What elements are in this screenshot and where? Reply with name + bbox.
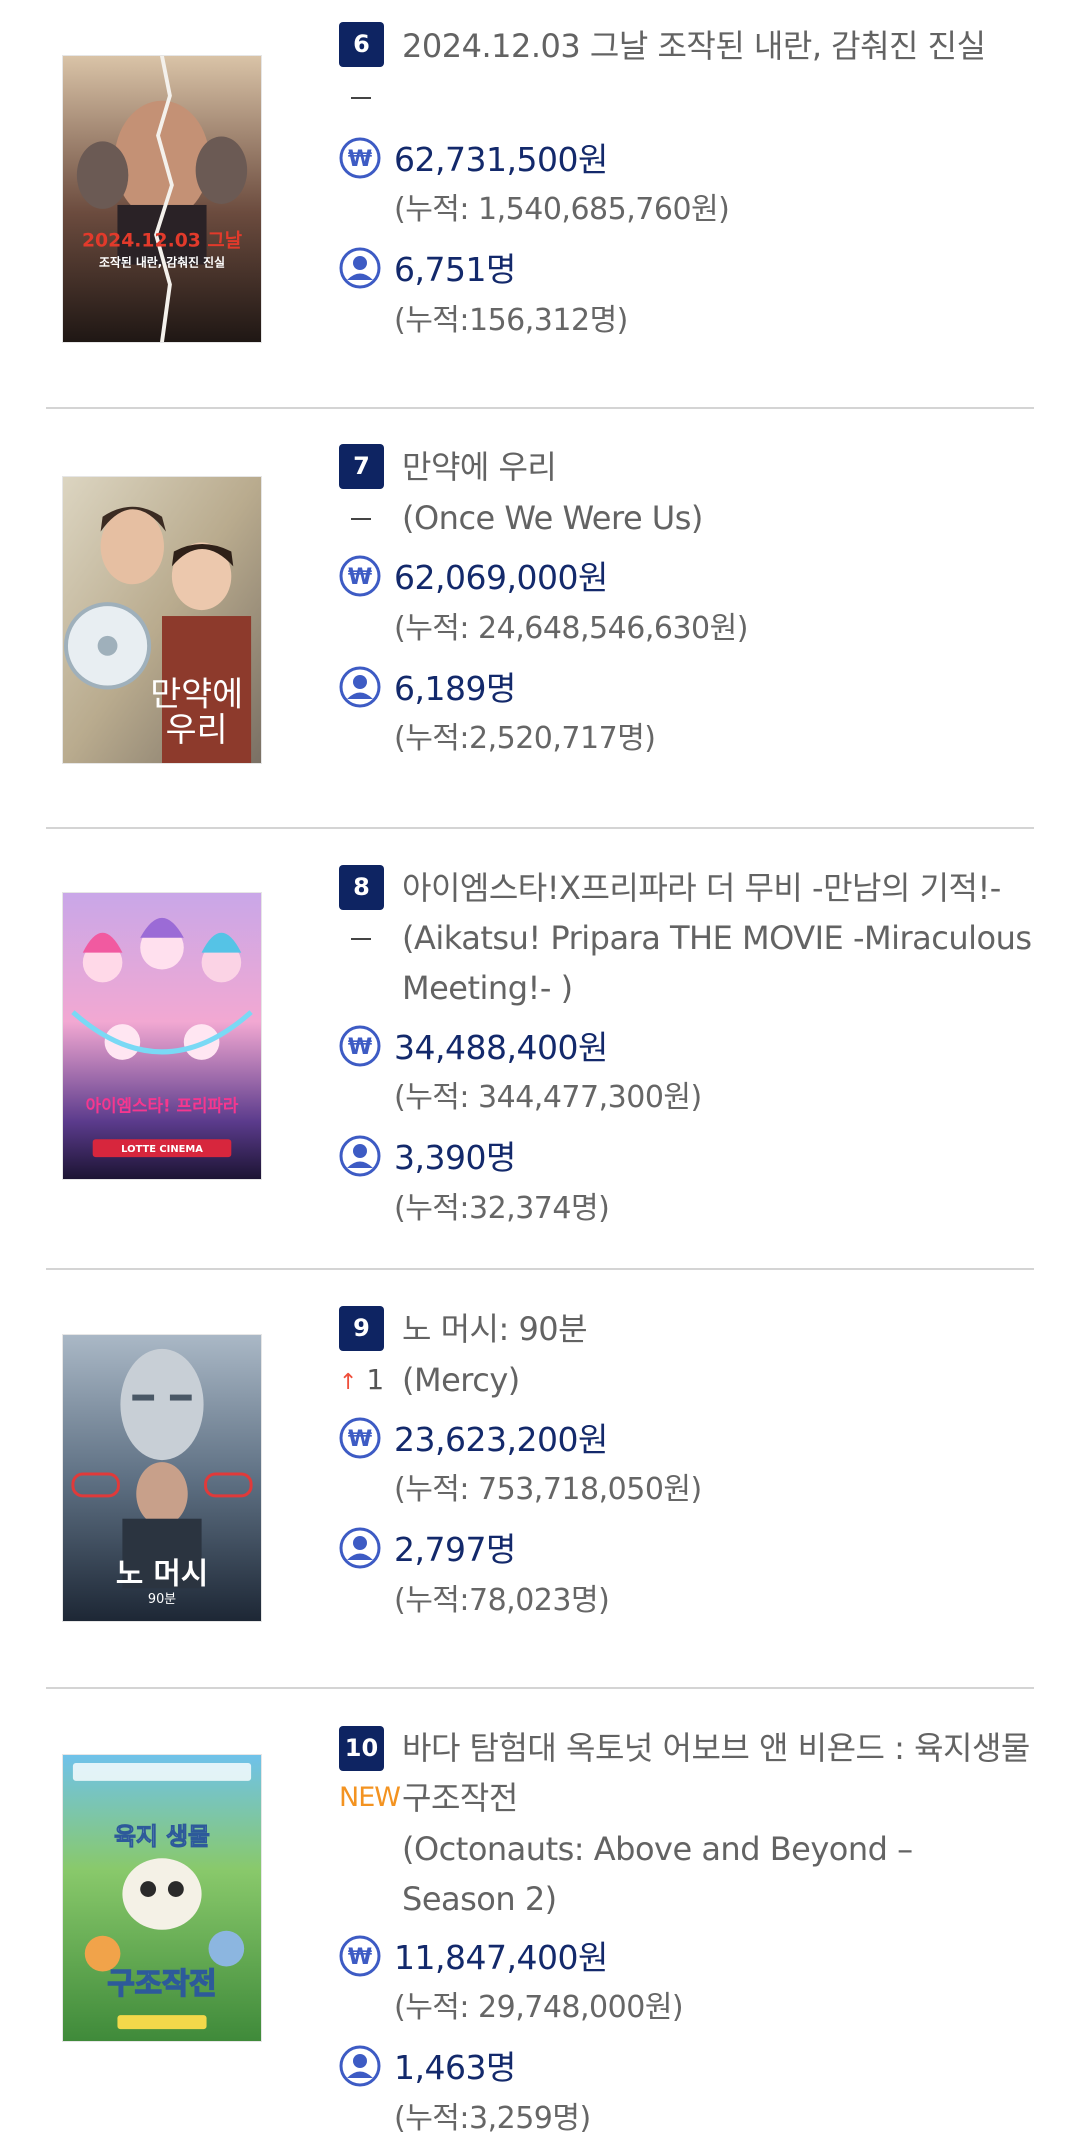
rank-badge: 9 [339,1306,384,1351]
movie-title[interactable]: 아이엠스타!X프리파라 더 무비 -만남의 기적!- [402,863,1034,913]
poster-subtitle-text: 구조작전 [107,1966,216,2001]
movie-original-title: (Mercy) [402,1361,520,1399]
daily-sales: 62,731,500원 [394,140,608,179]
daily-audience: 1,463명 [394,2048,516,2087]
total-audience: (누적:3,259명) [394,2101,591,2136]
movie-poster[interactable]: 만약에 우리 [62,476,262,764]
won-sign-circle-icon: ₩ [339,555,381,597]
poster-title-text: 2024.12.03 그날 [82,230,243,252]
rank-badge: 7 [339,444,384,489]
poster-subtitle-text: 우리 [166,710,228,749]
total-sales: (누적: 24,648,546,630원) [394,611,748,646]
movie-poster[interactable]: 육지 생물 구조작전 [62,1754,262,2042]
divider [46,1687,1034,1689]
daily-audience: 2,797명 [394,1530,516,1569]
rank-change-up: ↑ 1 [339,1355,399,1408]
total-audience: (누적:156,312명) [394,303,628,338]
poster-title-text: 육지 생물 [114,1822,210,1850]
total-sales: (누적: 29,748,000원) [394,1990,684,2025]
rank-badge: 8 [339,865,384,910]
rank-change-none [339,493,399,543]
total-sales: (누적: 344,477,300원) [394,1080,702,1115]
person-circle-icon [339,1527,381,1569]
list-item[interactable]: 육지 생물 구조작전 10 바다 탐험대 옥토넛 어보브 앤 비욘드 : 육지생… [46,1700,1034,2149]
list-item[interactable]: 만약에 우리 7 만약에 우리 (Once We Were Us) ₩ 62,0… [46,420,1034,820]
svg-text:₩: ₩ [348,1035,372,1060]
rank-badge: 10 [339,1726,384,1771]
movie-title[interactable]: 노 머시: 90분 [402,1304,1034,1354]
list-item[interactable]: 노 머시 90분 9 노 머시: 90분 ↑ 1 (Mercy) ₩ 23,62… [46,1280,1034,1680]
daily-audience: 3,390명 [394,1138,516,1177]
won-sign-circle-icon: ₩ [339,1025,381,1067]
movie-original-title: (Aikatsu! Pripara THE MOVIE -Miraculous … [402,919,1032,1007]
poster-title-text: 만약에 [150,674,243,713]
box-office-list: 2024.12.03 그날 조작된 내란, 감춰진 진실 6 2024.12.0… [0,0,1078,2149]
daily-sales: 34,488,400원 [394,1028,608,1067]
movie-title[interactable]: 바다 탐험대 옥토넛 어보브 앤 비욘드 : 육지생물 구조작전 [402,1723,1034,1823]
rank-change-value: 1 [366,1363,385,1396]
svg-text:₩: ₩ [348,1427,372,1452]
divider [46,1268,1034,1270]
total-audience: (누적:78,023명) [394,1583,610,1618]
total-sales: (누적: 753,718,050원) [394,1472,702,1507]
movie-original-title: (Octonauts: Above and Beyond – Season 2) [402,1830,913,1918]
movie-title[interactable]: 만약에 우리 [402,442,1034,492]
no-change-dash-icon [351,938,371,940]
person-circle-icon [339,247,381,289]
poster-subtitle-text: 조작된 내란, 감춰진 진실 [99,256,225,270]
poster-title-text: 노 머시 [116,1556,208,1591]
rank-change-none [339,913,399,963]
svg-text:₩: ₩ [348,565,372,590]
no-change-dash-icon [351,518,371,520]
arrow-up-icon: ↑ [339,1370,358,1395]
rank-change-new: NEW [339,1782,401,1813]
poster-subtitle-text: LOTTE CINEMA [121,1144,203,1155]
daily-sales: 62,069,000원 [394,558,608,597]
person-circle-icon [339,666,381,708]
divider [46,827,1034,829]
won-sign-circle-icon: ₩ [339,1417,381,1459]
person-circle-icon [339,2045,381,2087]
total-audience: (누적:2,520,717명) [394,721,656,756]
daily-sales: 23,623,200원 [394,1420,608,1459]
movie-poster[interactable]: 2024.12.03 그날 조작된 내란, 감춰진 진실 [62,55,262,343]
list-item[interactable]: 아이엠스타! 프리파라 LOTTE CINEMA 8 아이엠스타!X프리파라 더… [46,840,1034,1260]
rank-change-none [339,72,399,122]
poster-subtitle-text: 90분 [148,1592,176,1607]
movie-poster[interactable]: 노 머시 90분 [62,1334,262,1622]
movie-original-title: (Once We Were Us) [402,499,703,537]
daily-audience: 6,751명 [394,250,516,289]
poster-title-text: 아이엠스타! 프리파라 [86,1095,239,1115]
won-sign-circle-icon: ₩ [339,137,381,179]
movie-poster[interactable]: 아이엠스타! 프리파라 LOTTE CINEMA [62,892,262,1180]
movie-title[interactable]: 2024.12.03 그날 조작된 내란, 감춰진 진실 [402,21,1034,71]
svg-text:₩: ₩ [348,1945,372,1970]
no-change-dash-icon [351,97,371,99]
won-sign-circle-icon: ₩ [339,1935,381,1977]
total-audience: (누적:32,374명) [394,1191,610,1226]
total-sales: (누적: 1,540,685,760원) [394,192,730,227]
rank-badge: 6 [339,22,384,67]
svg-text:₩: ₩ [348,147,372,172]
list-item[interactable]: 2024.12.03 그날 조작된 내란, 감춰진 진실 6 2024.12.0… [46,0,1034,400]
daily-sales: 11,847,400원 [394,1938,608,1977]
person-circle-icon [339,1135,381,1177]
divider [46,407,1034,409]
daily-audience: 6,189명 [394,669,516,708]
